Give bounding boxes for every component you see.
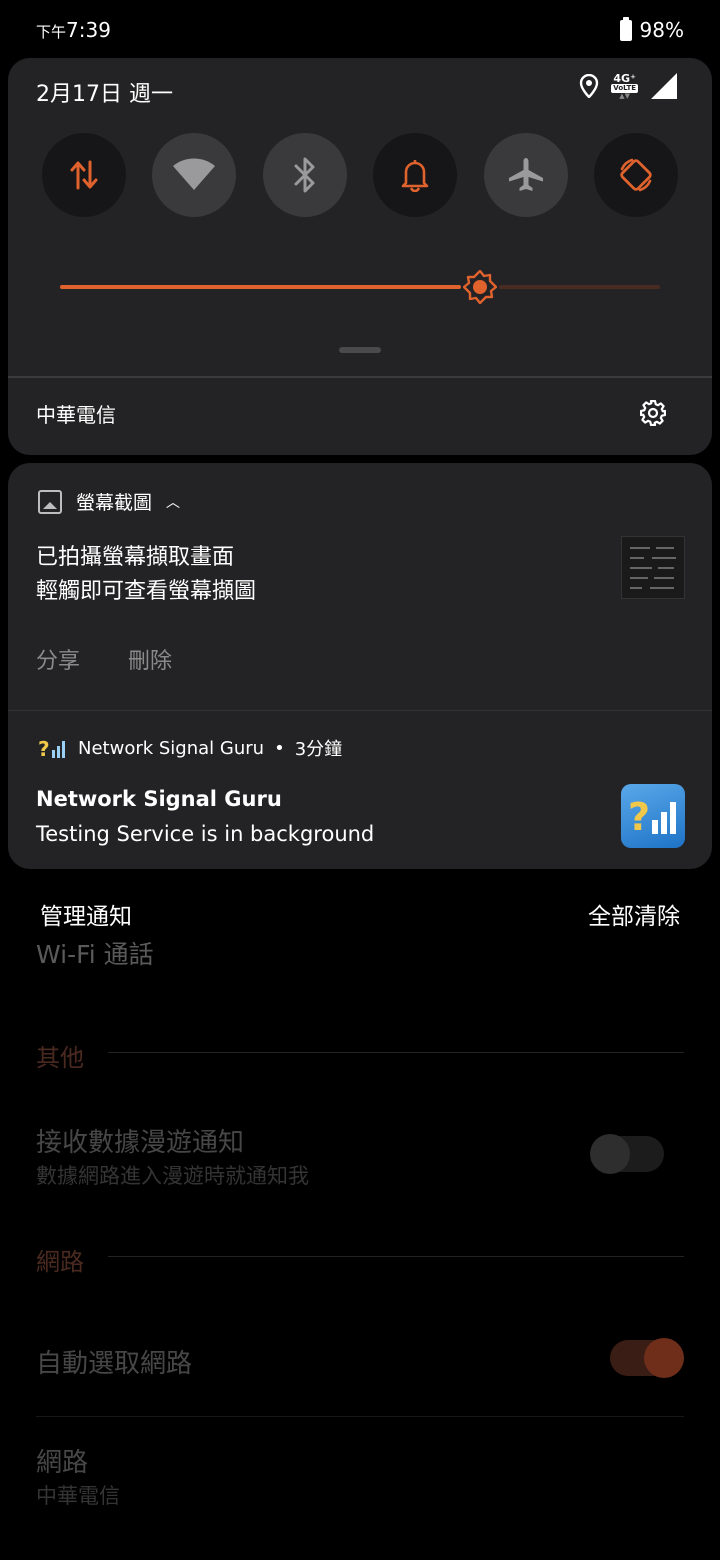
- auto-select-network-toggle[interactable]: [610, 1338, 684, 1378]
- cell-signal-icon: [651, 73, 677, 99]
- status-time: 下午7:39: [36, 18, 111, 42]
- data-activity-icon: ▲▼: [619, 91, 631, 100]
- qs-date[interactable]: 2月17日 週一: [36, 76, 173, 108]
- row-divider: [36, 1416, 684, 1417]
- signal-guru-notification-title: Network Signal Guru: [36, 787, 282, 811]
- clear-all-button[interactable]: 全部清除: [588, 897, 680, 931]
- network-type-label: 4G⁺: [613, 71, 636, 85]
- signal-guru-time: 3分鐘: [294, 739, 343, 760]
- status-bar: 下午7:39 98%: [0, 0, 720, 58]
- svg-text:?: ?: [38, 737, 50, 760]
- battery-icon: [619, 16, 632, 41]
- status-ampm: 下午: [36, 23, 67, 41]
- manage-notifications-button[interactable]: 管理通知: [40, 897, 132, 931]
- brightness-track-filled: [60, 285, 461, 289]
- network-type-badge: 4G⁺ VoLTE ▲▼: [611, 73, 638, 100]
- tile-sound[interactable]: [373, 133, 458, 217]
- section-divider: [108, 1256, 684, 1257]
- quick-settings-tiles: [42, 133, 678, 217]
- tile-wifi[interactable]: [152, 133, 237, 217]
- data-arrows-icon: [70, 160, 98, 190]
- location-icon: [580, 74, 599, 98]
- delete-button[interactable]: 刪除: [128, 643, 172, 675]
- brightness-track-empty: [499, 285, 660, 289]
- header-separator: •: [274, 737, 285, 759]
- image-icon: [38, 489, 62, 514]
- battery-indicator: 98%: [619, 16, 684, 42]
- background-settings-screen: Wi-Fi 通話 其他 接收數據漫遊通知 數據網路進入漫遊時就通知我 網路 自動…: [0, 930, 720, 1560]
- roaming-notify-subtitle: 數據網路進入漫遊時就通知我: [36, 1164, 309, 1188]
- qs-drag-handle[interactable]: [339, 347, 381, 353]
- carrier-name: 中華電信: [36, 403, 116, 427]
- section-divider: [108, 1052, 684, 1053]
- rotate-icon: [620, 158, 652, 192]
- screenshot-actions: 分享 刪除: [36, 643, 172, 675]
- notification-card: 螢幕截圖 ︿ 已拍攝螢幕擷取畫面 輕觸即可查看螢幕擷圖 分享 刪除 ? Netw…: [8, 463, 712, 869]
- battery-percent: 98%: [639, 18, 684, 42]
- toggle-knob: [644, 1338, 684, 1378]
- wifi-calling-item[interactable]: Wi-Fi 通話: [36, 935, 154, 971]
- screenshot-notification-title: 已拍攝螢幕擷取畫面: [36, 545, 235, 570]
- settings-gear-icon[interactable]: [640, 400, 666, 426]
- signal-guru-notification[interactable]: ? Network Signal Guru • 3分鐘 Network Sign…: [8, 711, 712, 869]
- tile-auto-rotate[interactable]: [593, 133, 678, 217]
- network-value: 中華電信: [36, 1484, 120, 1508]
- signal-question-icon: ?: [38, 737, 65, 760]
- signal-guru-notification-header: ? Network Signal Guru • 3分鐘: [38, 735, 342, 761]
- signal-guru-app-name: Network Signal Guru: [78, 737, 265, 759]
- tile-bluetooth[interactable]: [262, 133, 347, 217]
- share-button[interactable]: 分享: [36, 643, 80, 675]
- svg-text:?: ?: [628, 795, 650, 838]
- screenshot-notification[interactable]: 螢幕截圖 ︿ 已拍攝螢幕擷取畫面 輕觸即可查看螢幕擷圖 分享 刪除: [8, 463, 712, 710]
- tile-mobile-data[interactable]: [42, 133, 126, 217]
- tile-airplane-mode[interactable]: [483, 133, 568, 217]
- bell-icon: [401, 160, 429, 192]
- screenshot-notification-header[interactable]: 螢幕截圖 ︿: [38, 488, 180, 515]
- signal-guru-notification-text: Testing Service is in background: [36, 822, 375, 846]
- brightness-slider[interactable]: [60, 270, 660, 304]
- qs-divider: [8, 376, 712, 378]
- section-header-other: 其他: [36, 1044, 84, 1072]
- signal-question-large-icon: ?: [628, 795, 676, 838]
- auto-select-network-title[interactable]: 自動選取網路: [36, 1343, 192, 1380]
- qs-status-icons: 4G⁺ VoLTE ▲▼: [579, 72, 678, 100]
- screenshot-thumbnail[interactable]: [621, 536, 685, 599]
- network-title[interactable]: 網路: [36, 1442, 88, 1479]
- status-clock: 7:39: [66, 18, 111, 42]
- chevron-up-icon[interactable]: ︿: [166, 492, 180, 512]
- roaming-notify-title[interactable]: 接收數據漫遊通知: [36, 1122, 244, 1159]
- screenshot-notification-text: 輕觸即可查看螢幕擷圖: [36, 579, 257, 604]
- airplane-icon: [508, 158, 543, 191]
- wifi-icon: [173, 158, 216, 190]
- roaming-notify-toggle[interactable]: [590, 1134, 664, 1174]
- brightness-sun-icon[interactable]: [463, 270, 497, 304]
- screenshot-app-label: 螢幕截圖: [76, 492, 153, 514]
- section-header-network: 網路: [36, 1248, 84, 1276]
- quick-settings-panel: 2月17日 週一 4G⁺ VoLTE ▲▼ 中華電信: [8, 58, 712, 455]
- bluetooth-icon: [294, 157, 315, 193]
- signal-guru-app-icon: ?: [621, 784, 685, 848]
- toggle-knob: [590, 1134, 630, 1174]
